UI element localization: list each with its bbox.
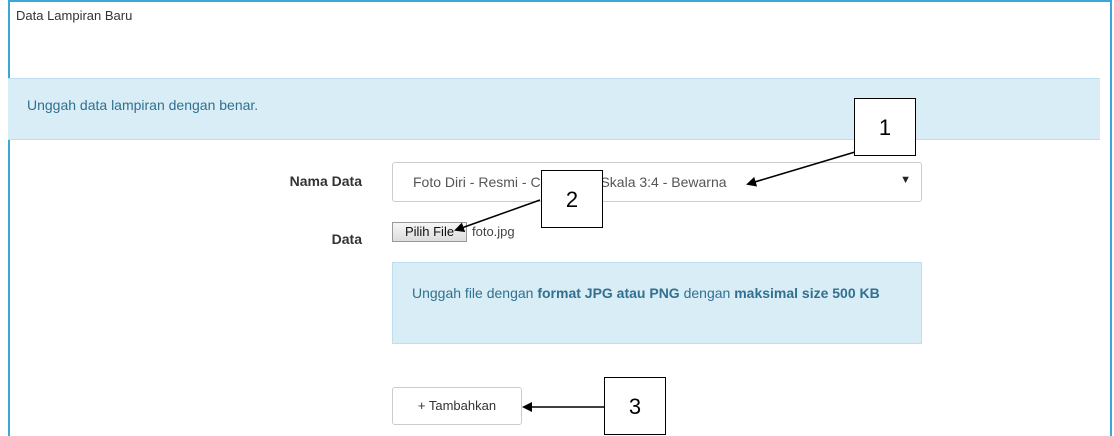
callout-2-arrow bbox=[454, 199, 541, 233]
callout-2: 2 bbox=[541, 170, 603, 228]
callout-1-arrow bbox=[746, 151, 856, 187]
callout-1: 1 bbox=[854, 98, 916, 156]
callout-3: 3 bbox=[604, 377, 666, 435]
